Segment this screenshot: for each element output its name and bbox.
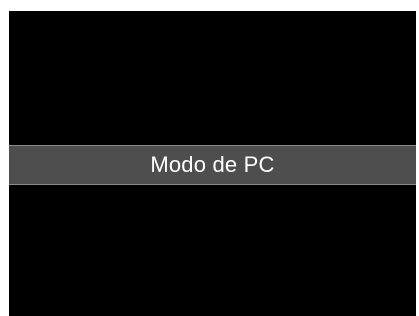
mode-banner: Modo de PC	[9, 145, 416, 185]
mode-label: Modo de PC	[150, 152, 275, 177]
camera-display-screen: Modo de PC	[9, 11, 416, 316]
